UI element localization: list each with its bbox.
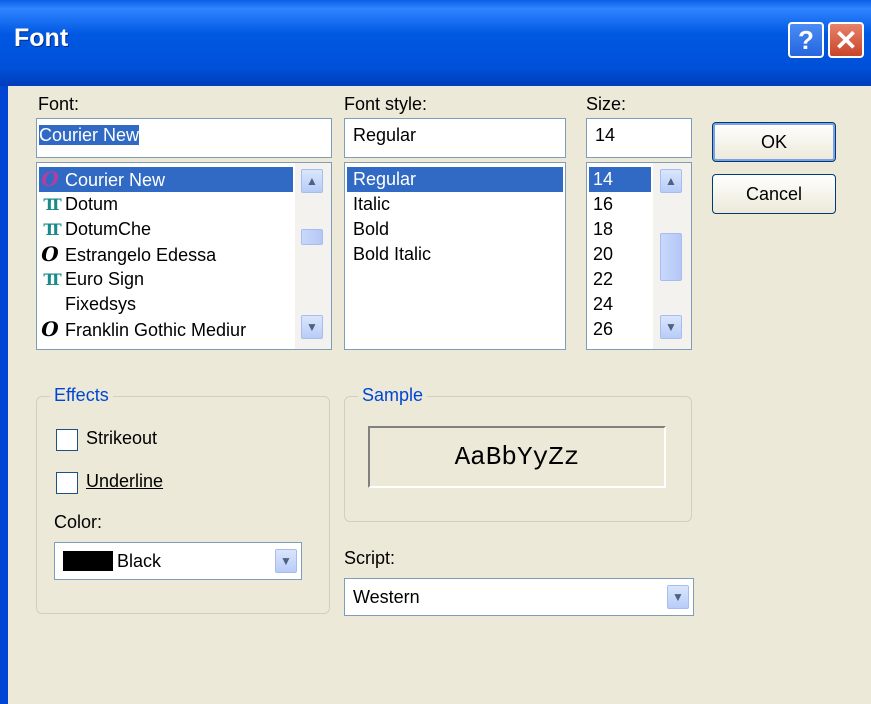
- font-list-item-label: Courier New: [65, 170, 166, 190]
- underline-label[interactable]: Underline: [86, 471, 163, 492]
- truetype-icon: TT: [43, 195, 61, 214]
- title-bar[interactable]: Font ? ✕: [0, 0, 871, 86]
- opentype-icon: O: [41, 242, 59, 266]
- underline-checkbox[interactable]: [56, 472, 78, 494]
- chevron-down-icon: ▼: [672, 590, 684, 604]
- font-style-item[interactable]: Bold Italic: [347, 242, 563, 267]
- font-list-item-label: DotumChe: [65, 219, 152, 239]
- font-style-list[interactable]: Regular Italic Bold Bold Italic: [344, 162, 566, 350]
- opentype-icon: O: [41, 167, 59, 191]
- font-list-item-label: Franklin Gothic Mediur: [65, 320, 247, 340]
- close-button[interactable]: ✕: [828, 22, 864, 58]
- size-item[interactable]: 24: [589, 292, 651, 317]
- chevron-down-icon: ▼: [665, 320, 677, 334]
- chevron-up-icon: ▲: [306, 174, 318, 188]
- sample-preview: AaBbYyZz: [368, 426, 666, 488]
- window-title: Font: [14, 24, 69, 52]
- size-item[interactable]: 14: [589, 167, 651, 192]
- font-list-item[interactable]: O Estrangelo Edessa: [39, 242, 293, 267]
- font-style-label: Font style:: [344, 94, 428, 114]
- font-list-item[interactable]: TT DotumChe: [39, 217, 293, 242]
- font-list-item[interactable]: TT Euro Sign: [39, 267, 293, 292]
- font-input-value: Courier New: [39, 125, 140, 145]
- scroll-thumb[interactable]: [301, 229, 323, 245]
- font-list-item[interactable]: Fixedsys: [39, 292, 293, 317]
- font-list-item-label: Estrangelo Edessa: [65, 245, 217, 265]
- script-dropdown-button[interactable]: ▼: [667, 585, 689, 609]
- size-item[interactable]: 16: [589, 192, 651, 217]
- scroll-up-button[interactable]: ▲: [301, 169, 323, 193]
- window-frame: [0, 86, 8, 704]
- effects-legend: Effects: [50, 385, 113, 406]
- ok-button[interactable]: OK: [712, 122, 836, 162]
- size-item[interactable]: 18: [589, 217, 651, 242]
- font-style-item[interactable]: Regular: [347, 167, 563, 192]
- sample-legend: Sample: [358, 385, 428, 406]
- color-value: Black: [117, 551, 162, 571]
- help-icon: ?: [798, 24, 814, 55]
- scroll-down-button[interactable]: ▼: [301, 315, 323, 339]
- opentype-icon: O: [41, 317, 59, 341]
- close-icon: ✕: [834, 24, 858, 56]
- font-list-item-label: Dotum: [65, 194, 119, 214]
- help-button[interactable]: ?: [788, 22, 824, 58]
- size-list[interactable]: 14 16 18 20 22 24 26 ▲ ▼: [586, 162, 692, 350]
- font-list-item-label: Euro Sign: [65, 269, 145, 289]
- chevron-up-icon: ▲: [665, 174, 677, 188]
- scroll-up-button[interactable]: ▲: [660, 169, 682, 193]
- scroll-down-button[interactable]: ▼: [660, 315, 682, 339]
- script-combo[interactable]: Western ▼: [344, 578, 694, 616]
- font-list[interactable]: O Courier New TT Dotum TT DotumChe O Estrangelo…: [36, 162, 332, 350]
- script-label: Script:: [344, 548, 396, 568]
- truetype-icon: TT: [43, 220, 61, 239]
- strikeout-label[interactable]: Strikeout: [86, 428, 157, 449]
- size-item[interactable]: 20: [589, 242, 651, 267]
- font-list-item[interactable]: TT Dotum: [39, 192, 293, 217]
- chevron-down-icon: ▼: [280, 554, 292, 568]
- effects-group: [36, 396, 330, 614]
- font-list-item-label: Fixedsys: [65, 294, 137, 314]
- font-style-item[interactable]: Bold: [347, 217, 563, 242]
- scroll-thumb[interactable]: [660, 233, 682, 281]
- color-combo[interactable]: Black ▼: [54, 542, 302, 580]
- size-item[interactable]: 22: [589, 267, 651, 292]
- font-input[interactable]: Courier New: [36, 118, 332, 158]
- color-dropdown-button[interactable]: ▼: [275, 549, 297, 573]
- size-label: Size:: [586, 94, 627, 114]
- font-list-item[interactable]: O Franklin Gothic Mediur: [39, 317, 293, 342]
- size-list-scrollbar[interactable]: ▲ ▼: [653, 163, 691, 349]
- color-swatch: [63, 551, 113, 571]
- font-list-scrollbar[interactable]: ▲ ▼: [295, 163, 331, 349]
- strikeout-checkbox[interactable]: [56, 429, 78, 451]
- script-value: Western: [353, 587, 420, 607]
- font-style-input[interactable]: Regular: [344, 118, 566, 158]
- cancel-button[interactable]: Cancel: [712, 174, 836, 214]
- font-style-item[interactable]: Italic: [347, 192, 563, 217]
- font-label: Font:: [38, 94, 79, 115]
- font-list-item[interactable]: O Courier New: [39, 167, 293, 192]
- color-label: Color:: [54, 512, 103, 532]
- truetype-icon: TT: [43, 270, 61, 289]
- chevron-down-icon: ▼: [306, 320, 318, 334]
- size-input[interactable]: 14: [586, 118, 692, 158]
- font-label-text: Font:: [38, 94, 80, 114]
- size-item[interactable]: 26: [589, 317, 651, 342]
